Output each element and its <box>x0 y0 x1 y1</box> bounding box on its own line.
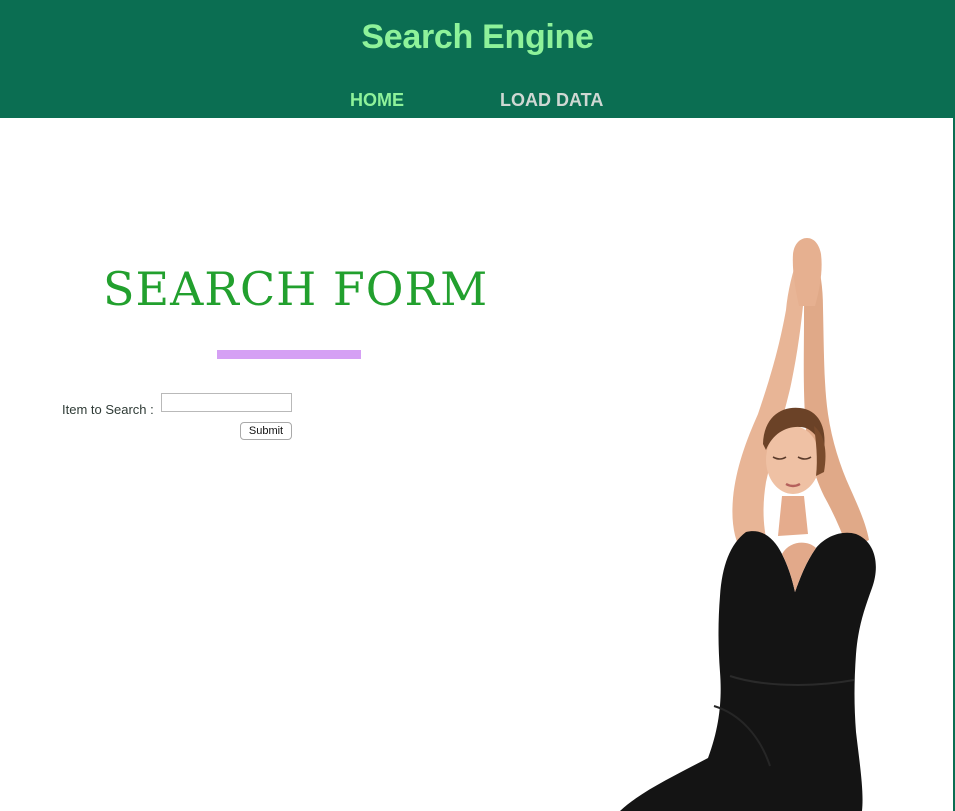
search-form-heading: SEARCH FORM <box>103 262 489 316</box>
nav-home-link[interactable]: HOME <box>350 90 404 111</box>
search-label: Item to Search : <box>62 402 154 417</box>
page: Search Engine HOME LOAD DATA SEARCH FORM… <box>0 0 955 811</box>
nav-load-data-link[interactable]: LOAD DATA <box>500 90 603 111</box>
search-input[interactable] <box>161 393 292 412</box>
heading-accent-bar <box>217 350 361 359</box>
yoga-woman-photo <box>620 238 876 811</box>
submit-button[interactable]: Submit <box>240 422 292 440</box>
site-header: Search Engine HOME LOAD DATA <box>0 0 955 118</box>
site-title: Search Engine <box>361 18 594 56</box>
